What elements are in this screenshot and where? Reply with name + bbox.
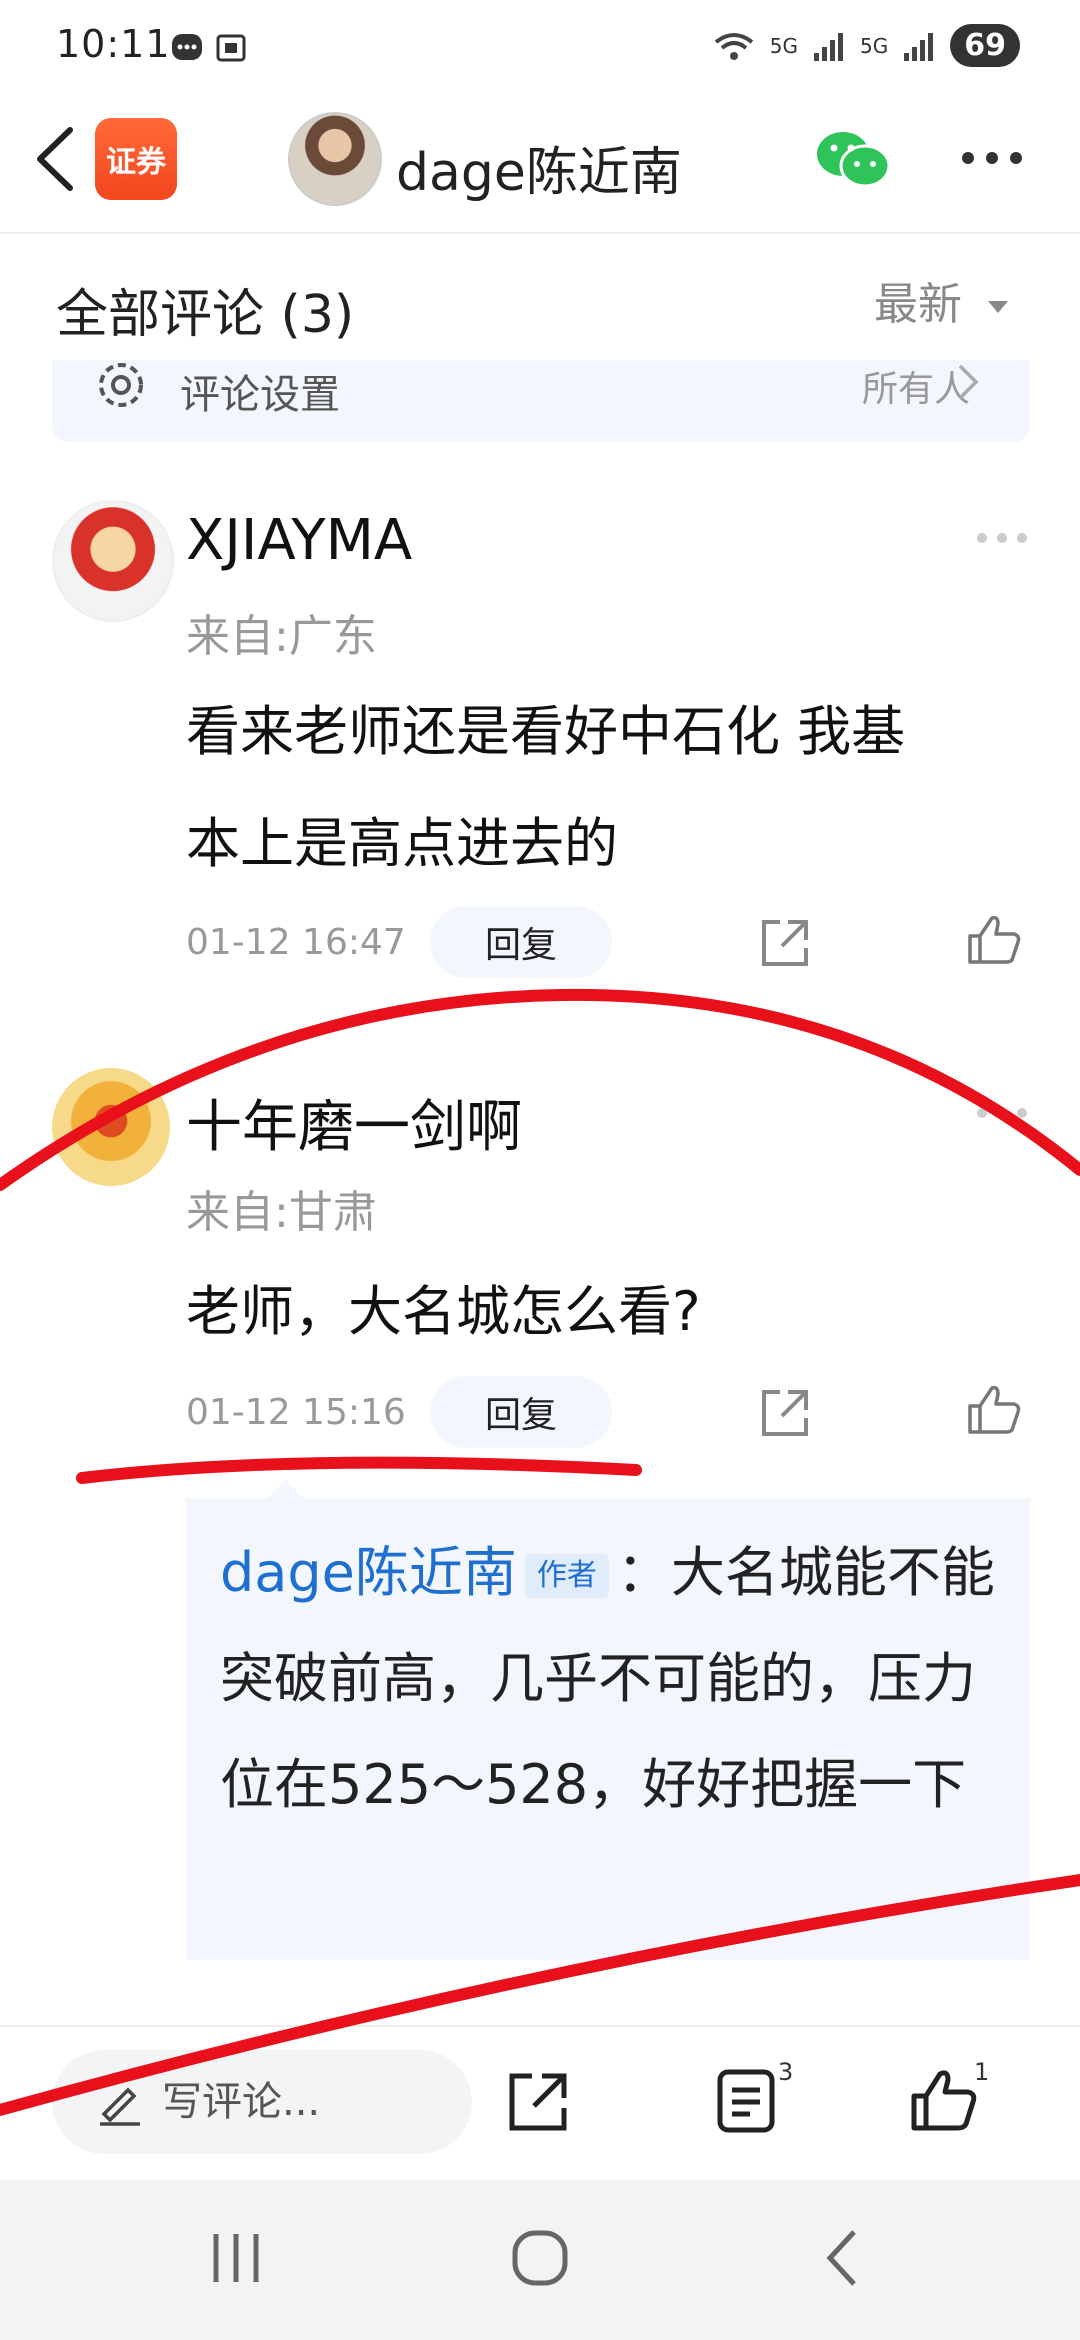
app-badge[interactable]: 证券 — [95, 118, 177, 200]
sort-selector[interactable]: 最新 — [874, 268, 1010, 332]
thumbs-up-icon[interactable] — [966, 1382, 1022, 1442]
dropdown-triangle-icon — [988, 301, 1008, 313]
more-icon[interactable] — [960, 150, 1024, 170]
reply-button[interactable]: 回复 — [430, 906, 612, 978]
signal-icon-1 — [814, 32, 844, 61]
thumbs-up-icon[interactable] — [966, 912, 1022, 972]
home-icon[interactable] — [510, 2228, 570, 2292]
reply-pointer — [268, 1480, 304, 1498]
status-indicators: 5G 5G 69 — [712, 24, 1020, 67]
avatar[interactable] — [52, 1068, 170, 1186]
reply-author-name[interactable]: dage陈近南 — [220, 1541, 517, 1604]
thumbs-up-icon[interactable] — [910, 2068, 980, 2138]
bottom-divider — [0, 2025, 1080, 2027]
more-icon[interactable] — [975, 530, 1029, 549]
network-label-2: 5G — [860, 33, 889, 58]
comment-user-name[interactable]: XJIAYMA — [186, 508, 412, 573]
avatar[interactable] — [52, 500, 174, 622]
comment-time: 01-12 16:47 — [186, 922, 406, 963]
more-icon[interactable] — [975, 1105, 1029, 1124]
comment-settings-value: 所有人 — [861, 369, 970, 410]
reply-button[interactable]: 回复 — [430, 1376, 612, 1448]
wifi-icon — [714, 32, 754, 60]
comment-text-line2: 本上是高点进去的 — [186, 812, 618, 875]
author-tag: 作者 — [524, 1554, 609, 1599]
status-notification-icons — [170, 30, 250, 74]
comment-user-name[interactable]: 十年磨一剑啊 — [186, 1082, 522, 1163]
pen-icon — [100, 2087, 140, 2126]
header-divider — [0, 232, 1080, 234]
red-annotation-strokes — [0, 988, 1080, 2116]
system-back-icon[interactable] — [822, 2228, 862, 2292]
comment-location: 来自:广东 — [186, 611, 377, 662]
chevron-right-icon — [955, 362, 981, 406]
back-arrow-icon[interactable] — [30, 124, 80, 198]
comment-text-line1: 老师，大名城怎么看? — [186, 1280, 701, 1343]
comment-location: 来自:甘肃 — [186, 1187, 377, 1238]
comment-settings-label: 评论设置 — [180, 372, 340, 418]
like-count-badge: 1 — [974, 2058, 990, 2086]
gear-icon — [94, 358, 148, 416]
wechat-icon[interactable] — [815, 128, 891, 196]
battery-indicator: 69 — [950, 24, 1020, 67]
share-icon[interactable] — [758, 916, 812, 974]
recent-apps-icon[interactable] — [208, 2232, 264, 2288]
share-icon[interactable] — [758, 1386, 812, 1444]
comment-input[interactable] — [160, 2078, 464, 2126]
comment-list-icon[interactable] — [716, 2068, 776, 2138]
comment-count-badge: 3 — [778, 2058, 794, 2086]
comment-input-box[interactable] — [52, 2050, 472, 2154]
author-reply-text: dage陈近南 作者 ：大名城能不能突破前高，几乎不可能的，压力位在525～528，… — [220, 1520, 1010, 1838]
comment-time: 01-12 15:16 — [186, 1392, 406, 1433]
status-time: 10:11 — [56, 22, 171, 66]
signal-icon-2 — [904, 32, 934, 61]
sort-label: 最新 — [874, 279, 962, 330]
share-icon[interactable] — [506, 2070, 570, 2138]
comment-text-line1: 看来老师还是看好中石化 我基 — [186, 700, 906, 763]
network-label-1: 5G — [769, 33, 799, 58]
page-title[interactable]: dage陈近南 — [396, 130, 682, 205]
comments-count-title: 全部评论 (3) — [56, 285, 355, 345]
author-avatar[interactable] — [288, 112, 382, 206]
